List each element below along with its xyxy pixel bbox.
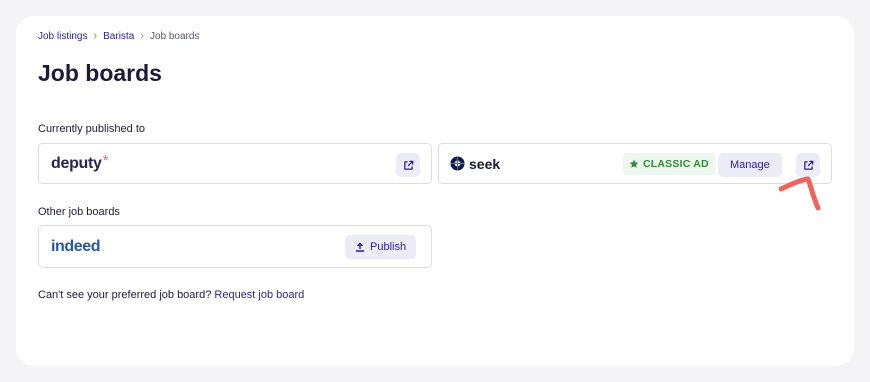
deputy-external-link-button[interactable] [396,153,420,177]
publish-button-label: Publish [370,241,407,253]
main-card: Job listings › Barista › Job boards Job … [16,16,854,366]
indeed-publish-button[interactable]: Publish [345,235,417,259]
board-card-deputy: deputy * [38,143,432,184]
breadcrumb-current: Job boards [149,30,200,42]
indeed-logo-text: indeed [51,237,101,255]
board-card-seek: seek CLASSIC AD Manage [438,143,832,184]
indeed-logo: indeed [51,226,101,267]
seek-globe-icon [450,156,465,171]
footer-text: Can't see your preferred job board? Requ… [38,289,304,301]
board-card-indeed: indeed Publish [38,225,432,268]
other-section-label: Other job boards [38,206,120,218]
external-link-icon [803,160,813,170]
deputy-logo-mark: * [102,152,109,169]
seek-logo: seek [450,144,500,183]
breadcrumb-separator-icon: › [140,30,144,42]
breadcrumb-separator-icon: › [93,30,98,42]
request-job-board-link[interactable]: Request job board [214,289,304,301]
breadcrumb-job-listings[interactable]: Job listings [38,31,87,42]
breadcrumb-barista[interactable]: Barista [103,31,134,42]
seek-manage-button[interactable]: Manage [718,153,782,177]
seek-logo-text: seek [469,155,501,172]
star-icon [629,159,639,168]
published-section-label: Currently published to [38,123,146,135]
external-link-icon [403,160,413,170]
seek-external-link-button[interactable] [796,153,820,177]
footer-question: Can't see your preferred job board? [38,289,212,301]
classic-ad-badge: CLASSIC AD [623,153,715,175]
upload-icon [356,242,364,252]
breadcrumb: Job listings › Barista › Job boards [38,30,199,42]
page-title: Job boards [38,60,162,86]
deputy-logo-text: deputy [51,154,102,172]
deputy-logo: deputy * [51,144,109,183]
classic-ad-badge-label: CLASSIC AD [643,158,709,170]
